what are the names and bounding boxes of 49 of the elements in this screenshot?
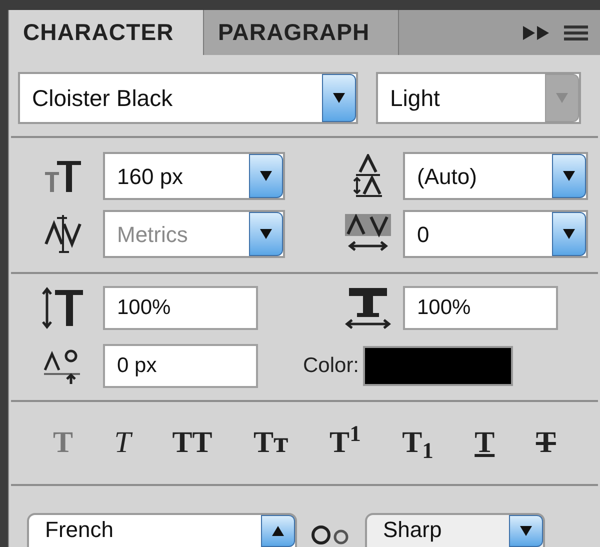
color-label: Color: [303,353,360,380]
text-style-button[interactable]: T [110,428,135,458]
caret-up-icon [271,525,285,537]
dropdown-field[interactable]: (Auto) [403,152,588,200]
color-swatch[interactable] [363,346,514,386]
dropdown-field[interactable]: 160 px [103,152,285,200]
caret-down-icon [562,170,576,182]
dropdown-arrow-button[interactable] [261,515,295,547]
caret-down-icon [519,525,533,537]
kerning-icon [43,212,83,256]
dropdown-arrow-button[interactable] [249,154,283,198]
dropdown-arrow-button[interactable] [552,154,586,198]
dropdown-arrow-button[interactable] [249,212,283,256]
menu-icon[interactable] [564,24,588,42]
font-size-icon [43,158,83,194]
caret-down-icon [562,228,576,240]
dropdown-value: French [44,516,114,544]
text-style-button[interactable]: T [532,428,560,458]
anti-aliasing-dropdown[interactable]: Sharp [365,513,545,547]
dropdown-value: (Auto) [416,162,478,190]
dropdown-value: 0 [416,220,430,248]
dropdown-value: Metrics [116,220,189,248]
dropdown-value: Cloister Black [31,84,174,113]
caret-down-icon [259,228,273,240]
tracking-icon [345,214,391,254]
dropdown-value: 160 px [116,162,184,191]
text-field[interactable]: 0 px [103,344,258,388]
caret-down-icon [259,170,273,182]
font-family-dropdown[interactable]: Cloister Black [18,72,358,124]
text-style-button[interactable]: Tт [250,428,292,458]
text-field[interactable]: 100% [403,286,558,330]
horizontal-scale-icon [343,286,393,330]
caret-down-icon [332,92,346,104]
language-dropdown[interactable]: French [27,513,297,547]
text-field[interactable]: 100% [103,286,258,330]
text-style-button[interactable]: T$^{1}$ [326,428,365,458]
caret-down-icon [555,92,569,104]
dropdown-arrow-button[interactable] [509,515,543,547]
dropdown-arrow-button[interactable] [552,212,586,256]
panel-tab[interactable]: PARAGRAPH [204,10,399,55]
dropdown-arrow-button[interactable] [322,74,356,122]
text-style-button[interactable]: TT [168,428,216,458]
vertical-scale-icon [41,286,85,330]
panel-tab[interactable]: CHARACTER [9,10,204,55]
dropdown-value: Light [389,84,441,113]
text-style-button[interactable]: T [470,428,499,458]
dropdown-value: Sharp [382,516,443,544]
text-style-button[interactable]: T$_{1}$ [398,428,438,458]
dropdown-field[interactable]: 0 [403,210,588,258]
